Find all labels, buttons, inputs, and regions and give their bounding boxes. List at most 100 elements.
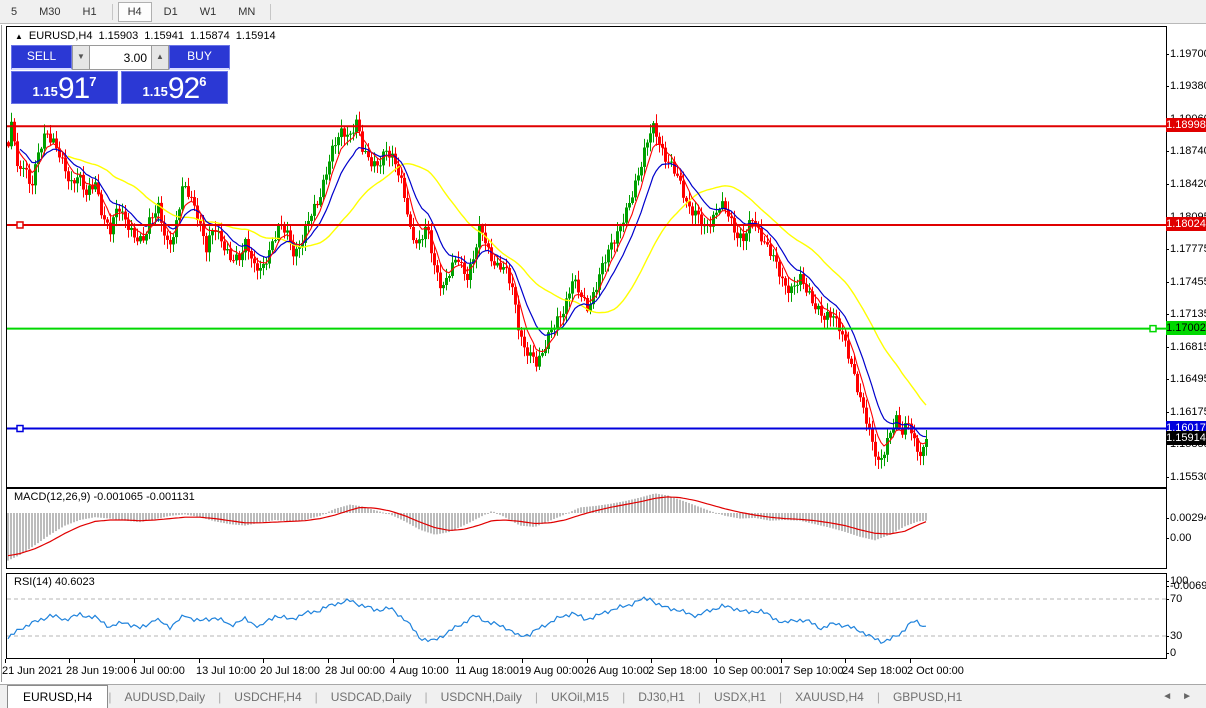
time-tick-label: 24 Sep 18:00 bbox=[842, 665, 908, 677]
time-tick bbox=[458, 659, 459, 663]
tab-usdchf-h4[interactable]: USDCHF,H4 bbox=[221, 687, 314, 708]
time-tick bbox=[651, 659, 652, 663]
price-tick-label: 1.16495 bbox=[1166, 373, 1206, 385]
time-tick-label: 19 Aug 00:00 bbox=[519, 665, 584, 677]
indicator-tick-label: 0.00294 bbox=[1166, 512, 1206, 524]
ask-price-small: 1.15 bbox=[142, 84, 168, 99]
time-tick-label: 2 Sep 18:00 bbox=[648, 665, 708, 677]
ohlc-high: 1.15941 bbox=[144, 30, 185, 42]
tab-ukoil-m15[interactable]: UKOil,M15 bbox=[538, 687, 622, 708]
buy-button[interactable]: BUY bbox=[169, 45, 230, 70]
indicator-tick-label: 0.00 bbox=[1166, 532, 1191, 544]
price-tick-label: 1.16175 bbox=[1166, 406, 1206, 418]
chart-window: ▲ EURUSD,H4 1.15903 1.15941 1.15874 1.15… bbox=[0, 25, 1206, 682]
ohlc-open: 1.15903 bbox=[98, 30, 139, 42]
sell-button[interactable]: SELL bbox=[11, 45, 72, 70]
time-tick-label: 28 Jun 19:00 bbox=[66, 665, 130, 677]
chart-symbol-label: EURUSD,H4 bbox=[28, 30, 93, 42]
bid-price-big: 91 bbox=[57, 72, 90, 105]
price-tick-label: 1.19380 bbox=[1166, 80, 1206, 92]
volume-increase-button[interactable]: ▲ bbox=[151, 45, 169, 70]
tab-usdx-h1[interactable]: USDX,H1 bbox=[701, 687, 779, 708]
price-tick-label: 1.18740 bbox=[1166, 145, 1206, 157]
one-click-trading-panel: SELL ▼ ▲ BUY 1.15 91 7 1.15 92 6 bbox=[11, 45, 230, 104]
time-tick-label: 21 Jun 2021 bbox=[2, 665, 63, 677]
mt4-terminal-window: 5 M30 H1 H4 D1 W1 MN ▲ EURUSD,H4 1.15903 1.159… bbox=[0, 0, 1206, 708]
time-tick-label: 4 Aug 10:00 bbox=[390, 665, 449, 677]
tab-usdcnh-daily[interactable]: USDCNH,Daily bbox=[428, 687, 535, 708]
time-tick bbox=[781, 659, 782, 663]
volume-input[interactable] bbox=[90, 45, 151, 70]
time-tick bbox=[263, 659, 264, 663]
ohlc-close: 1.15914 bbox=[235, 30, 276, 42]
bid-price-sup: 7 bbox=[89, 74, 97, 89]
price-tick-label: 1.17775 bbox=[1166, 243, 1206, 255]
time-tick bbox=[69, 659, 70, 663]
macd-label: MACD(12,26,9) -0.001065 -0.001131 bbox=[14, 491, 195, 503]
chart-title: ▲ EURUSD,H4 1.15903 1.15941 1.15874 1.15… bbox=[15, 30, 276, 42]
time-tick-label: 20 Jul 18:00 bbox=[260, 665, 320, 677]
rsi-chart-canvas[interactable] bbox=[7, 574, 1166, 658]
volume-decrease-button[interactable]: ▼ bbox=[72, 45, 90, 70]
time-tick-label: 11 Aug 18:00 bbox=[455, 665, 520, 677]
indicator-tick-label: 30 bbox=[1166, 630, 1182, 642]
level-price-badge: 1.17002 bbox=[1166, 320, 1206, 335]
price-tick-label: 1.17455 bbox=[1166, 276, 1206, 288]
time-tick bbox=[5, 659, 6, 663]
timeframe-toolbar: 5 M30 H1 H4 D1 W1 MN bbox=[0, 0, 1206, 24]
tab-gbpusd-h1[interactable]: GBPUSD,H1 bbox=[880, 687, 975, 708]
price-tick-label: 1.16815 bbox=[1166, 341, 1206, 353]
ask-price-sup: 6 bbox=[199, 74, 207, 89]
bid-price-display[interactable]: 1.15 91 7 bbox=[11, 71, 118, 104]
timeframe-button-mn[interactable]: MN bbox=[228, 2, 265, 22]
toolbar-separator bbox=[111, 3, 113, 20]
indicator-tick-label: 0 bbox=[1166, 647, 1176, 659]
time-tick bbox=[587, 659, 588, 663]
timeframe-button-h4[interactable]: H4 bbox=[117, 1, 152, 22]
time-tick-label: 17 Sep 10:00 bbox=[778, 665, 844, 677]
indicator-tick-label: 70 bbox=[1166, 593, 1182, 605]
time-tick bbox=[716, 659, 717, 663]
level-price-badge: 1.18024 bbox=[1166, 216, 1206, 231]
window-edge-divider bbox=[1, 25, 2, 682]
price-axis[interactable]: 1.197001.193801.190601.187401.184201.180… bbox=[1166, 26, 1206, 659]
rsi-indicator-pane[interactable]: RSI(14) 40.6023 bbox=[6, 573, 1167, 659]
timeframe-button-5[interactable]: 5 bbox=[1, 2, 27, 22]
time-tick bbox=[910, 659, 911, 663]
price-tick-label: 1.18420 bbox=[1166, 178, 1206, 190]
rsi-label: RSI(14) 40.6023 bbox=[14, 576, 95, 588]
time-tick-label: 10 Sep 00:00 bbox=[713, 665, 779, 677]
timeframe-button-m30[interactable]: M30 bbox=[29, 2, 70, 22]
timeframe-button-d1[interactable]: D1 bbox=[154, 2, 188, 22]
tab-scroll-left-icon[interactable]: ◄ bbox=[1162, 691, 1182, 702]
toolbar-separator bbox=[270, 3, 272, 20]
symbol-tab-bar: EURUSD,H4 | AUDUSD,Daily | USDCHF,H4 | USDCAD,… bbox=[0, 684, 1206, 708]
macd-indicator-pane[interactable]: MACD(12,26,9) -0.001065 -0.001131 bbox=[6, 488, 1167, 569]
price-tick-label: 1.15530 bbox=[1166, 471, 1206, 483]
time-tick-label: 26 Aug 10:00 bbox=[584, 665, 649, 677]
time-axis[interactable]: 21 Jun 2021 28 Jun 19:00 6 Jul 00:00 13 Jul… bbox=[0, 659, 1206, 681]
price-tick-label: 1.17135 bbox=[1166, 308, 1206, 320]
time-tick bbox=[393, 659, 394, 663]
price-tick-label: 1.19700 bbox=[1166, 48, 1206, 60]
time-tick-label: 6 Jul 00:00 bbox=[131, 665, 185, 677]
symbol-marker-icon: ▲ bbox=[15, 31, 23, 41]
tab-scroll-buttons: ◄► bbox=[1162, 691, 1202, 702]
time-tick bbox=[134, 659, 135, 663]
tab-xauusd-h4[interactable]: XAUUSD,H4 bbox=[782, 687, 877, 708]
tab-usdcad-daily[interactable]: USDCAD,Daily bbox=[318, 687, 425, 708]
tab-eurusd-h4[interactable]: EURUSD,H4 bbox=[7, 685, 109, 708]
timeframe-button-w1[interactable]: W1 bbox=[190, 2, 227, 22]
ask-price-big: 92 bbox=[167, 72, 200, 105]
price-chart-pane[interactable]: ▲ EURUSD,H4 1.15903 1.15941 1.15874 1.15… bbox=[6, 26, 1167, 488]
timeframe-button-h1[interactable]: H1 bbox=[73, 2, 107, 22]
time-tick bbox=[845, 659, 846, 663]
ask-price-display[interactable]: 1.15 92 6 bbox=[121, 71, 228, 104]
bid-price-small: 1.15 bbox=[32, 84, 58, 99]
tab-dj30-h1[interactable]: DJ30,H1 bbox=[625, 687, 698, 708]
tab-scroll-right-icon[interactable]: ► bbox=[1182, 691, 1202, 702]
tab-audusd-daily[interactable]: AUDUSD,Daily bbox=[111, 687, 218, 708]
time-tick-label: 2 Oct 00:00 bbox=[907, 665, 964, 677]
time-tick-label: 28 Jul 00:00 bbox=[325, 665, 385, 677]
time-tick-label: 13 Jul 10:00 bbox=[196, 665, 256, 677]
